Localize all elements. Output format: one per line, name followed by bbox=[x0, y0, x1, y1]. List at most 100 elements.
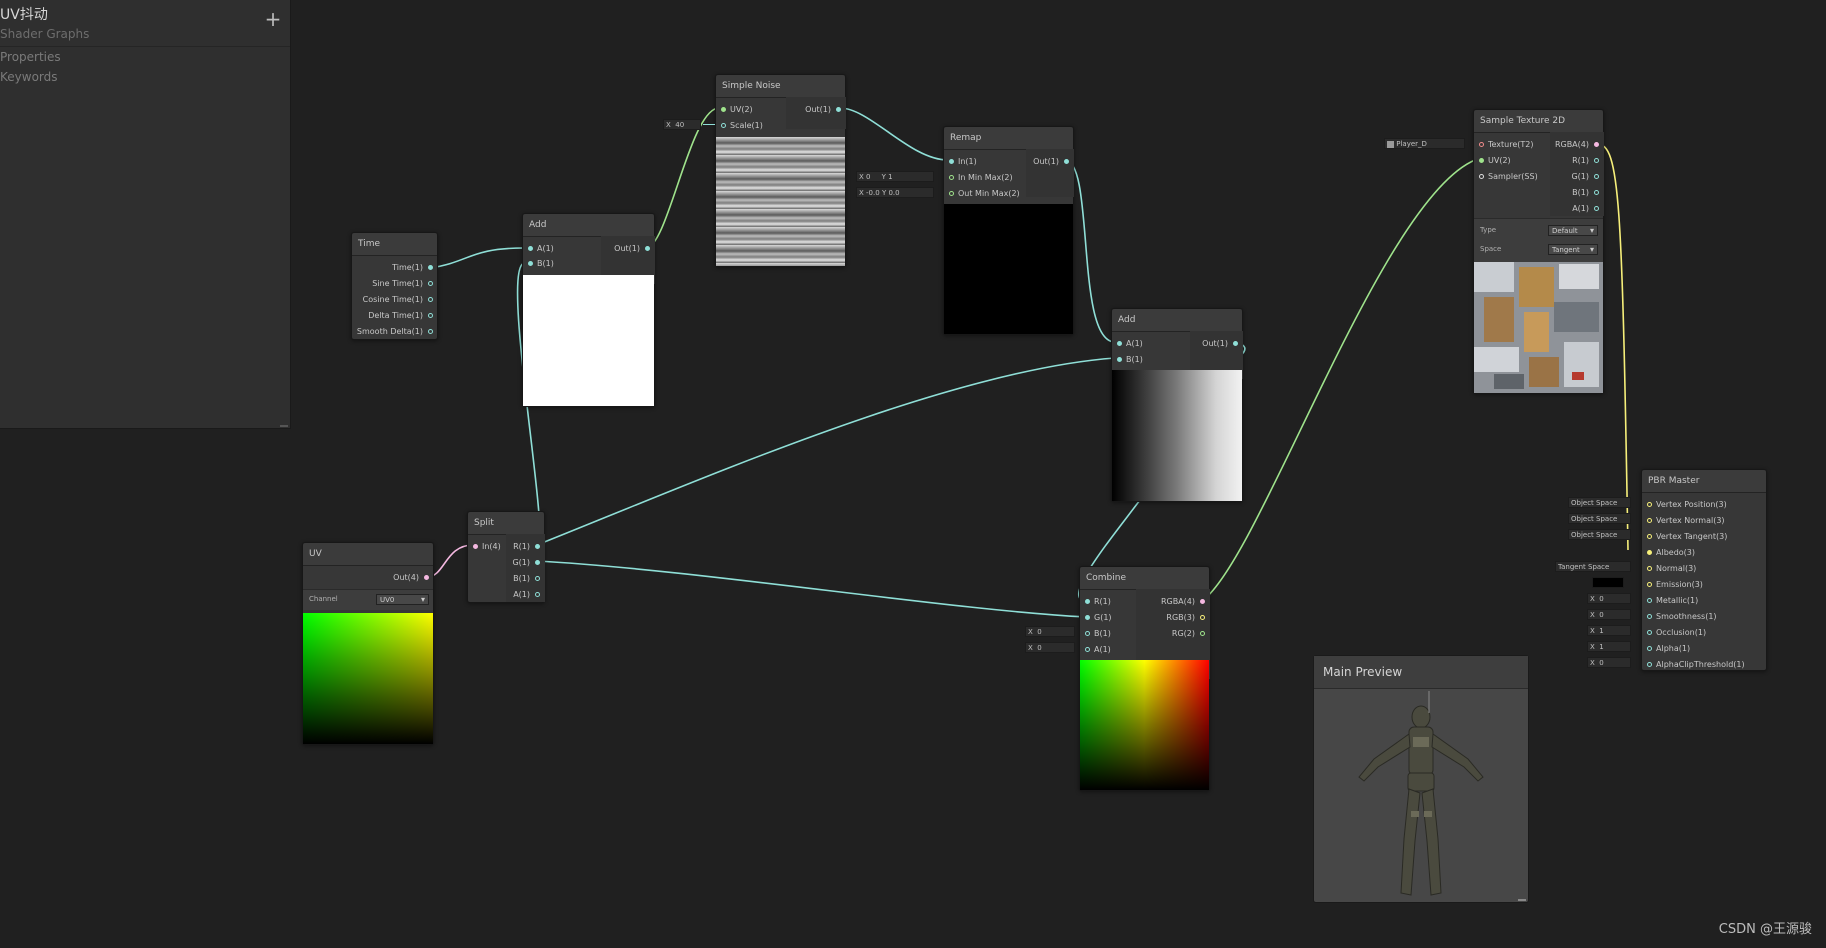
port-connector[interactable] bbox=[1594, 174, 1599, 179]
occlusion-field[interactable]: X 1 bbox=[1587, 625, 1631, 636]
port-connector[interactable] bbox=[1647, 662, 1652, 667]
port-connector[interactable] bbox=[535, 560, 540, 565]
port-connector[interactable] bbox=[1085, 631, 1090, 636]
resize-handle[interactable] bbox=[280, 425, 288, 427]
add-node[interactable]: Add A(1) B(1) Out(1) bbox=[522, 213, 655, 407]
split-node[interactable]: Split In(4) R(1) G(1) B(1) A(1) bbox=[467, 511, 545, 603]
texture-field[interactable]: Player_D bbox=[1384, 138, 1465, 149]
port-connector[interactable] bbox=[1085, 599, 1090, 604]
wire-noise-to-remap bbox=[839, 107, 949, 161]
port-connector[interactable] bbox=[1647, 502, 1652, 507]
port-b: B(1) bbox=[1094, 629, 1111, 638]
scale-field[interactable]: X 40 bbox=[663, 119, 701, 130]
port-connector[interactable] bbox=[1647, 582, 1652, 587]
port-connector[interactable] bbox=[428, 265, 433, 270]
port-connector[interactable] bbox=[528, 261, 533, 266]
emission-color-swatch[interactable] bbox=[1592, 577, 1624, 588]
port-connector[interactable] bbox=[949, 175, 954, 180]
a-value-field[interactable]: X 0 bbox=[1025, 642, 1075, 653]
port-connector[interactable] bbox=[535, 592, 540, 597]
vertex-normal-space-field[interactable]: Object Space bbox=[1568, 513, 1631, 524]
alpha-clip-field[interactable]: X 0 bbox=[1587, 657, 1631, 668]
metallic-field[interactable]: X 0 bbox=[1587, 593, 1631, 604]
normal-space-field[interactable]: Tangent Space bbox=[1555, 561, 1631, 572]
port-connector[interactable] bbox=[428, 297, 433, 302]
port-connector[interactable] bbox=[528, 246, 533, 251]
combine-node[interactable]: Combine R(1) G(1) B(1) A(1) RGBA(4) RGB(… bbox=[1079, 566, 1210, 791]
uv-node[interactable]: UV Out(4) Channel UV0 bbox=[302, 542, 434, 745]
port-connector[interactable] bbox=[424, 575, 429, 580]
properties-section[interactable]: Properties bbox=[0, 50, 61, 64]
port-connector[interactable] bbox=[1594, 190, 1599, 195]
port-connector[interactable] bbox=[1647, 614, 1652, 619]
type-dropdown[interactable]: Default bbox=[1548, 225, 1598, 236]
port-connector[interactable] bbox=[1117, 357, 1122, 362]
port-connector[interactable] bbox=[949, 191, 954, 196]
port-g: G(1) bbox=[1094, 613, 1112, 622]
port-connector[interactable] bbox=[721, 107, 726, 112]
port-connector[interactable] bbox=[1233, 341, 1238, 346]
port-connector[interactable] bbox=[1594, 206, 1599, 211]
port-connector[interactable] bbox=[428, 281, 433, 286]
port-out-min-max: Out Min Max(2) bbox=[958, 189, 1020, 198]
time-node[interactable]: Time Time(1) Sine Time(1) Cosine Time(1)… bbox=[351, 232, 438, 340]
node-title: Combine bbox=[1080, 567, 1209, 590]
out-min-max-field[interactable]: X -0.0 Y 0.0 bbox=[856, 187, 934, 198]
texture-name: Player_D bbox=[1396, 140, 1427, 148]
port-connector[interactable] bbox=[1479, 158, 1484, 163]
port-connector[interactable] bbox=[1647, 566, 1652, 571]
port-connector[interactable] bbox=[1085, 647, 1090, 652]
main-preview-panel[interactable]: Main Preview bbox=[1313, 655, 1529, 903]
port-connector[interactable] bbox=[1647, 598, 1652, 603]
port-connector[interactable] bbox=[1647, 646, 1652, 651]
in-min-max-field[interactable]: X 0 Y 1 bbox=[856, 171, 934, 182]
node-title: Time bbox=[352, 233, 437, 256]
port-a: A(1) bbox=[513, 590, 530, 599]
vertex-tangent-space-field[interactable]: Object Space bbox=[1568, 529, 1631, 540]
port-connector[interactable] bbox=[1200, 615, 1205, 620]
port-connector[interactable] bbox=[1479, 142, 1484, 147]
smoothness-field[interactable]: X 0 bbox=[1587, 609, 1631, 620]
remap-node[interactable]: Remap In(1) In Min Max(2) Out Min Max(2)… bbox=[943, 126, 1074, 335]
port-connector[interactable] bbox=[949, 159, 954, 164]
keywords-section[interactable]: Keywords bbox=[0, 70, 58, 84]
port-connector[interactable] bbox=[473, 544, 478, 549]
channel-dropdown[interactable]: UV0 bbox=[376, 594, 429, 605]
space-dropdown[interactable]: Tangent bbox=[1548, 244, 1598, 255]
port-connector[interactable] bbox=[535, 576, 540, 581]
texture-preview bbox=[1474, 262, 1603, 393]
sample-texture-2d-node[interactable]: Sample Texture 2D Texture(T2) UV(2) Samp… bbox=[1473, 109, 1604, 394]
alpha-field[interactable]: X 1 bbox=[1587, 641, 1631, 652]
port-a: A(1) bbox=[1572, 204, 1589, 213]
port-connector[interactable] bbox=[1085, 615, 1090, 620]
port-connector[interactable] bbox=[428, 313, 433, 318]
port-connector[interactable] bbox=[1647, 518, 1652, 523]
port-scale: Scale(1) bbox=[730, 121, 763, 130]
port-connector[interactable] bbox=[645, 246, 650, 251]
port-connector[interactable] bbox=[1647, 630, 1652, 635]
port-connector[interactable] bbox=[721, 123, 726, 128]
port-g: G(1) bbox=[512, 558, 530, 567]
port-connector[interactable] bbox=[1064, 159, 1069, 164]
port-connector[interactable] bbox=[1594, 142, 1599, 147]
port-connector[interactable] bbox=[428, 329, 433, 334]
add-node-2[interactable]: Add A(1) B(1) Out(1) bbox=[1111, 308, 1243, 502]
port-connector[interactable] bbox=[1479, 174, 1484, 179]
b-value-field[interactable]: X 0 bbox=[1025, 626, 1075, 637]
port-b: B(1) bbox=[1572, 188, 1589, 197]
port-connector[interactable] bbox=[1117, 341, 1122, 346]
simple-noise-node[interactable]: Simple Noise UV(2) Scale(1) Out(1) bbox=[715, 74, 846, 267]
port-connector[interactable] bbox=[1594, 158, 1599, 163]
pbr-master-node[interactable]: PBR Master Vertex Position(3) Vertex Nor… bbox=[1641, 469, 1767, 671]
vertex-position-space-field[interactable]: Object Space bbox=[1568, 497, 1631, 508]
port-connector[interactable] bbox=[836, 107, 841, 112]
port-connector[interactable] bbox=[535, 544, 540, 549]
port-connector[interactable] bbox=[1200, 631, 1205, 636]
port-connector[interactable] bbox=[1200, 599, 1205, 604]
resize-handle[interactable] bbox=[1518, 899, 1526, 901]
port-connector[interactable] bbox=[1647, 534, 1652, 539]
wire-split-g-to-combine-g bbox=[536, 560, 1087, 618]
add-property-button[interactable]: + bbox=[264, 9, 282, 29]
metallic-value: 0 bbox=[1599, 595, 1604, 603]
port-connector[interactable] bbox=[1647, 550, 1652, 555]
